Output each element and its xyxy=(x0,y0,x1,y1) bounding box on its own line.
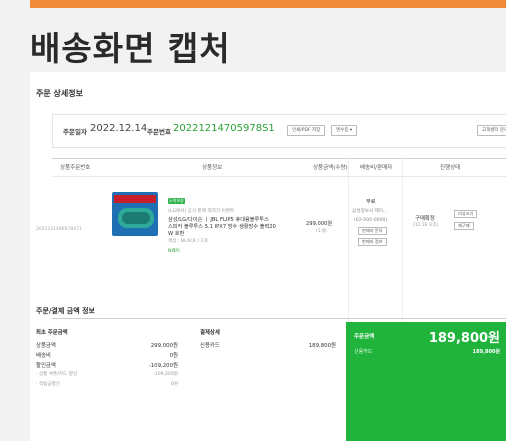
order-date: 2022.12.14 xyxy=(90,123,148,134)
order-total-amount: 189,800원 xyxy=(428,331,500,346)
order-summary-box: 주문일자 2022.12.14 주문번호 20221214705978S1 인쇄… xyxy=(52,114,506,148)
order-status: 구매확정 xyxy=(415,216,435,222)
th-item-no: 상품주문번호 xyxy=(60,165,91,171)
payment-section-title: 주문/결제 금액 정보 xyxy=(36,307,95,315)
order-detail-title: 주문 상세정보 xyxy=(36,89,83,98)
shipping-fee: 무료 xyxy=(366,199,376,205)
product-option: 색상 : BLACK / 1개 xyxy=(168,239,208,244)
product-thumbnail[interactable] xyxy=(112,192,158,236)
pay-row-value: 299,000원 xyxy=(150,343,178,349)
npay-tag: N페이 xyxy=(168,249,180,254)
product-qty: (1개) xyxy=(316,229,327,234)
order-number: 20221214705978S1 xyxy=(173,123,275,134)
th-product-info: 상품정보 xyxy=(202,165,223,171)
thumb-speaker-grille xyxy=(122,212,150,224)
pay-row-label: 할인금액 xyxy=(36,363,56,369)
product-name-line3[interactable]: W 호환 xyxy=(168,230,184,237)
seller-name[interactable]: 삼성정보사 제이... xyxy=(352,208,387,214)
customer-center-button[interactable]: 고객센터 문의 xyxy=(477,125,506,136)
order-total-method: 신용카드 xyxy=(354,349,373,355)
payment-top-border xyxy=(52,318,506,319)
product-name-line2[interactable]: 스피커 블루투스 5.1 IPX7 방수 생활방수 출력20 xyxy=(168,223,276,230)
th-price-qty: 상품금액(수량) xyxy=(313,165,348,171)
seller-inquiry-button[interactable]: 판매자 문의 xyxy=(358,227,387,235)
payment-method: 신용카드 xyxy=(200,343,220,349)
original-amount-head: 최초 주문금액 xyxy=(36,330,68,336)
pay-row-value: 0원 xyxy=(170,382,178,387)
order-number-label: 주문번호 xyxy=(147,128,171,136)
product-name-line1[interactable]: 삼성/LG/다이슨 ㅣ JBL FLIP5 휴대용블루투스 xyxy=(168,216,269,223)
payment-detail-head: 결제상세 xyxy=(200,330,220,336)
item-number: 2022121486978471 xyxy=(36,227,82,232)
slide-title: 배송화면 캡처 xyxy=(30,29,231,68)
table-top-border xyxy=(52,158,506,159)
table-header-divider xyxy=(52,176,506,177)
seller-info-button[interactable]: 판매자 정보 xyxy=(358,238,387,246)
order-status-date: (12.16 오후) xyxy=(413,223,439,228)
product-price: 299,000원 xyxy=(306,221,333,227)
seller-note: (LG에서) 공식 판매 최저가 이벤트 xyxy=(168,209,235,214)
pay-row-label: · 적립금할인 xyxy=(36,382,61,387)
top-accent-bar xyxy=(30,0,506,8)
pay-row-value: -109,200원 xyxy=(148,363,178,369)
th-shipping-seller: 배송비/판매자 xyxy=(360,165,393,171)
order-date-label: 주문일자 xyxy=(63,128,87,136)
th-status: 진행상태 xyxy=(440,165,461,171)
reorder-button[interactable]: 재구매 xyxy=(454,222,474,230)
pay-row-label: 배송비 xyxy=(36,353,51,359)
order-total-method-amount: 189,800원 xyxy=(472,349,500,355)
receipt-dropdown[interactable]: 영수증 ▾ xyxy=(331,125,358,136)
thumb-banner xyxy=(114,195,156,203)
delivery-badge: 도착보장 xyxy=(168,198,185,204)
order-detail-panel: 주문 상세정보 주문일자 2022.12.14 주문번호 20221214705… xyxy=(30,72,506,441)
order-total-label: 주문금액 xyxy=(354,334,375,340)
payment-method-amount: 189,800원 xyxy=(308,343,336,349)
pay-row-label: 상품금액 xyxy=(36,343,56,349)
print-button[interactable]: 인쇄/PDF 저장 xyxy=(287,125,326,136)
pay-row-value: -109,200원 xyxy=(153,372,178,377)
order-total-box: 주문금액 189,800원 신용카드 189,800원 xyxy=(346,322,506,441)
seller-phone: (02-000-0000) xyxy=(354,218,388,223)
pay-row-label: · 상품 쿠폰/카드 할인 xyxy=(36,372,78,377)
write-review-button[interactable]: 리뷰쓰기 xyxy=(454,210,478,218)
pay-row-value: 0원 xyxy=(169,353,178,359)
